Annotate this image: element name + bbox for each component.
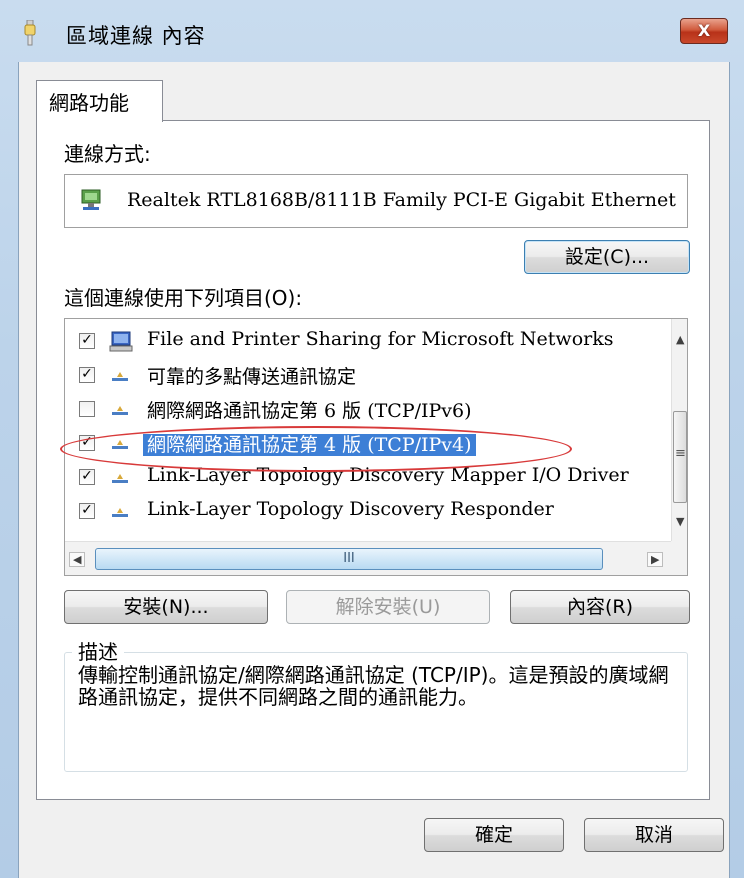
install-button[interactable]: 安裝(N)... [64, 590, 268, 624]
horizontal-scrollbar[interactable]: ◀ III ▶ [65, 541, 671, 575]
item-label: Link-Layer Topology Discovery Mapper I/O… [147, 464, 629, 486]
item-label: File and Printer Sharing for Microsoft N… [147, 328, 614, 350]
protocol-icon [112, 372, 128, 381]
list-item[interactable]: ✓ Link-Layer Topology Discovery Mapper I… [65, 461, 665, 495]
item-label-wrapper: 網際網路通訊協定第 4 版 (TCP/IPv4) [143, 430, 476, 457]
window-title: 區域連線 內容 [66, 24, 206, 48]
protocol-icon [112, 440, 128, 449]
adapter-name: Realtek RTL8168B/8111B Family PCI-E Giga… [127, 189, 676, 211]
items-label: 這個連線使用下列項目(O): [64, 286, 303, 310]
adapter-field: Realtek RTL8168B/8111B Family PCI-E Giga… [64, 174, 688, 228]
item-checkbox[interactable]: ✓ [79, 333, 95, 349]
ok-button[interactable]: 確定 [424, 818, 564, 852]
list-item[interactable]: 網際網路通訊協定第 6 版 (TCP/IPv6) [65, 393, 665, 427]
scroll-grip-icon: ≡ [675, 446, 686, 461]
properties-button[interactable]: 內容(R) [510, 590, 690, 624]
vertical-scroll-thumb[interactable]: ≡ [673, 411, 687, 503]
network-connection-icon [24, 20, 36, 46]
scroll-up-icon[interactable]: ▲ [676, 333, 684, 346]
scrollbar-corner [671, 541, 687, 575]
title-bar[interactable]: 區域連線 內容 X [0, 0, 744, 62]
horizontal-scroll-thumb[interactable]: III [95, 548, 603, 570]
list-item[interactable]: ✓ 可靠的多點傳送通訊協定 [65, 359, 665, 393]
scroll-right-icon[interactable]: ▶ [647, 552, 664, 567]
cancel-button[interactable]: 取消 [584, 818, 724, 852]
components-list[interactable]: ✓ File and Printer Sharing for Microsoft… [64, 318, 688, 576]
network-client-icon [109, 331, 133, 352]
item-label: 網際網路通訊協定第 6 版 (TCP/IPv6) [147, 400, 472, 422]
protocol-icon [112, 406, 128, 415]
list-item[interactable]: ✓ Link-Layer Topology Discovery Responde… [65, 495, 665, 529]
network-adapter-icon [81, 189, 101, 210]
protocol-icon [112, 508, 128, 517]
description-title: 描述 [72, 636, 124, 665]
description-text: 傳輸控制通訊協定/網際網路通訊協定 (TCP/IP)。這是預設的廣域網路通訊協定… [78, 663, 669, 709]
scroll-down-icon[interactable]: ▼ [676, 515, 684, 528]
close-button[interactable]: X [680, 18, 728, 44]
connect-using-label: 連線方式: [64, 142, 151, 166]
uninstall-button[interactable]: 解除安裝(U) [286, 590, 490, 624]
tab-label: 網路功能 [49, 91, 129, 115]
tab-networking[interactable]: 網路功能 [36, 80, 163, 122]
item-label: 可靠的多點傳送通訊協定 [147, 366, 357, 388]
item-checkbox[interactable]: ✓ [79, 367, 95, 383]
list-item-selected[interactable]: ✓ 網際網路通訊協定第 4 版 (TCP/IPv4) [65, 427, 665, 461]
close-icon: X [697, 21, 711, 40]
item-label: Link-Layer Topology Discovery Responder [147, 498, 554, 520]
protocol-icon [112, 474, 128, 483]
item-checkbox[interactable]: ✓ [79, 469, 95, 485]
scroll-left-icon[interactable]: ◀ [69, 552, 86, 567]
item-label: 網際網路通訊協定第 4 版 (TCP/IPv4) [143, 434, 476, 456]
list-item[interactable]: ✓ File and Printer Sharing for Microsoft… [65, 325, 665, 359]
item-checkbox[interactable] [79, 401, 95, 417]
item-checkbox[interactable]: ✓ [79, 503, 95, 519]
configure-button[interactable]: 設定(C)... [524, 240, 690, 274]
item-checkbox[interactable]: ✓ [79, 435, 95, 451]
vertical-scrollbar[interactable]: ▲ ≡ ▼ [671, 319, 687, 541]
